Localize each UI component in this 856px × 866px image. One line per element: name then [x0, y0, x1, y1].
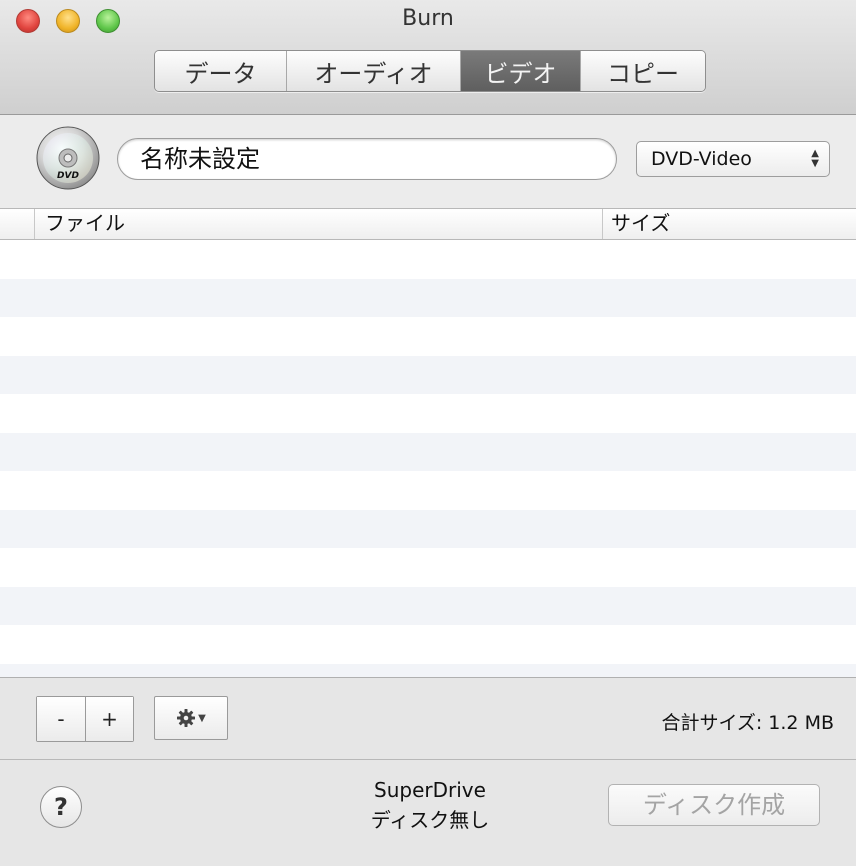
toolbar: Burn データ オーディオ ビデオ コピー [0, 0, 856, 115]
mode-segmented-control: データ オーディオ ビデオ コピー [154, 50, 706, 92]
chevron-down-icon: ▼ [198, 712, 206, 724]
table-row [0, 509, 856, 548]
dvd-logo-text: DVD [57, 171, 79, 181]
gear-icon [177, 709, 196, 727]
disc-type-select[interactable]: DVD-Video ▲ ▼ [636, 141, 830, 177]
table-row [0, 355, 856, 394]
tab-data[interactable]: データ [155, 51, 287, 91]
table-row [0, 432, 856, 471]
tab-copy[interactable]: コピー [581, 51, 705, 91]
drive-status: ディスク無し [370, 808, 490, 832]
window-title: Burn [402, 6, 454, 31]
add-button[interactable]: + [85, 697, 133, 741]
add-remove-group: - + [36, 696, 134, 742]
table-row [0, 394, 856, 433]
column-header-file[interactable]: ファイル [34, 209, 605, 239]
table-header: ファイル サイズ [0, 208, 856, 240]
file-list[interactable] [0, 240, 856, 677]
dvd-disc-icon: DVD [36, 126, 100, 190]
table-row [0, 317, 856, 356]
action-menu-button[interactable]: ▼ [154, 696, 228, 740]
select-arrows-icon: ▲ ▼ [811, 148, 819, 169]
status-bar: ? SuperDrive ディスク無し ディスク作成 [0, 759, 856, 866]
table-row [0, 548, 856, 587]
table-row [0, 278, 856, 317]
drive-name: SuperDrive [374, 778, 486, 802]
table-row [0, 471, 856, 510]
burn-window: Burn データ オーディオ ビデオ コピー DVD 名称未設定 DVD-Vid… [0, 0, 856, 866]
table-row [0, 663, 856, 677]
column-header-size[interactable]: サイズ [602, 209, 851, 239]
disc-name-input[interactable]: 名称未設定 [117, 138, 617, 180]
table-row [0, 586, 856, 625]
table-row [0, 625, 856, 664]
help-button[interactable]: ? [40, 786, 82, 828]
burn-button[interactable]: ディスク作成 [608, 784, 820, 826]
table-row [0, 240, 856, 279]
total-size-label: 合計サイズ: 1.2 MB [661, 712, 834, 734]
tab-video[interactable]: ビデオ [461, 51, 581, 91]
disc-type-value: DVD-Video [651, 148, 752, 170]
remove-button[interactable]: - [37, 697, 85, 741]
tab-audio[interactable]: オーディオ [287, 51, 461, 91]
list-controls-bar: - + ▼ 合計サイズ: 1.2 MB [0, 677, 856, 759]
